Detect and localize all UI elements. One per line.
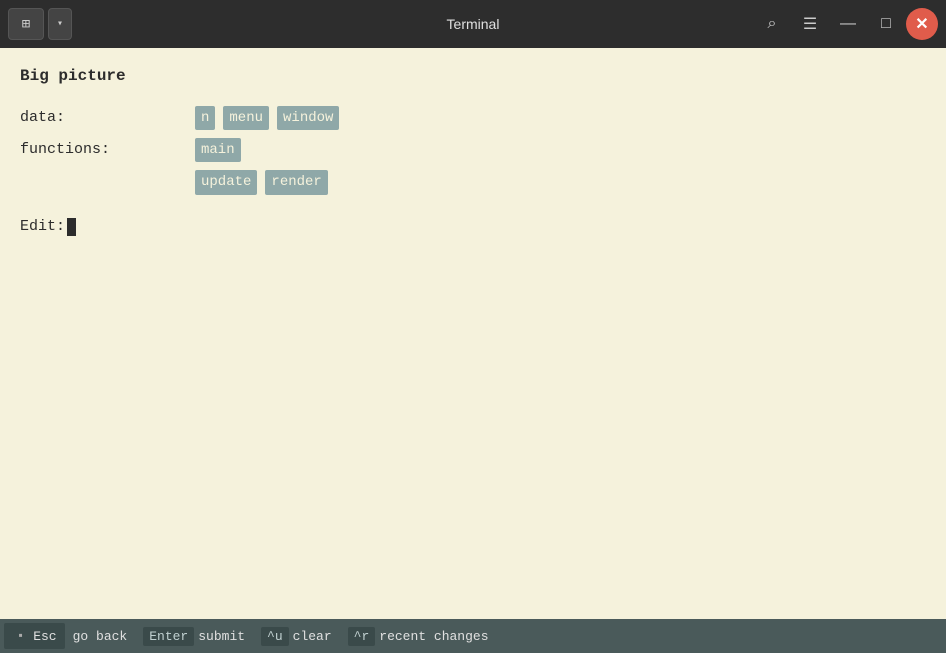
edit-line: Edit: xyxy=(20,215,926,239)
data-label: data: xyxy=(20,106,195,130)
function-main: main xyxy=(195,138,241,162)
data-items: n menu window xyxy=(195,106,339,130)
search-button[interactable]: ⌕ xyxy=(754,8,790,40)
close-icon: ✕ xyxy=(915,14,928,34)
maximize-button[interactable]: □ xyxy=(868,8,904,40)
hamburger-icon: ☰ xyxy=(803,14,817,34)
minimize-icon: — xyxy=(840,15,856,33)
data-row: data: n menu window xyxy=(20,106,926,130)
ctrl-r-key: ^r xyxy=(348,627,376,646)
bottom-bar: ▪ Esc go back Enter submit ^u clear ^r r… xyxy=(0,619,946,653)
functions-row2: update render xyxy=(195,170,328,194)
recent-changes-label: recent changes xyxy=(379,629,488,644)
dropdown-button[interactable]: ▾ xyxy=(48,8,72,40)
window-title: Terminal xyxy=(447,16,500,32)
functions-row: functions: main update render xyxy=(20,138,926,195)
terminal-content: Big picture data: n menu window function… xyxy=(0,48,946,619)
maximize-icon: □ xyxy=(881,15,891,33)
bottom-key-enter[interactable]: Enter submit xyxy=(135,623,253,649)
functions-label: functions: xyxy=(20,138,195,162)
enter-key: Enter xyxy=(143,627,194,646)
functions-row1: main xyxy=(195,138,328,162)
esc-label: Esc xyxy=(33,629,56,644)
go-back-label: go back xyxy=(73,629,128,644)
data-item-window: window xyxy=(277,106,339,130)
edit-label: Edit: xyxy=(20,215,65,239)
bottom-key-clear[interactable]: ^u clear xyxy=(253,623,340,649)
esc-key-label: ▪ xyxy=(12,627,29,645)
bottom-key-esc[interactable]: ▪ Esc xyxy=(4,623,65,649)
functions-items: main update render xyxy=(195,138,328,195)
minimize-button[interactable]: — xyxy=(830,8,866,40)
function-render: render xyxy=(265,170,327,194)
titlebar-left: ⊞ ▾ xyxy=(8,8,72,40)
menu-button[interactable]: ☰ xyxy=(792,8,828,40)
data-item-menu: menu xyxy=(223,106,269,130)
bottom-key-go-back[interactable]: go back xyxy=(65,623,136,649)
cursor xyxy=(67,218,76,236)
ctrl-u-key: ^u xyxy=(261,627,289,646)
clear-label: clear xyxy=(293,629,332,644)
bottom-key-recent[interactable]: ^r recent changes xyxy=(340,623,497,649)
pin-button[interactable]: ⊞ xyxy=(8,8,44,40)
chevron-down-icon: ▾ xyxy=(57,18,63,30)
function-update: update xyxy=(195,170,257,194)
submit-label: submit xyxy=(198,629,245,644)
titlebar: ⊞ ▾ Terminal ⌕ ☰ — □ ✕ xyxy=(0,0,946,48)
close-button[interactable]: ✕ xyxy=(906,8,938,40)
titlebar-right: ⌕ ☰ — □ ✕ xyxy=(754,8,938,40)
search-icon: ⌕ xyxy=(768,15,777,33)
functions-section: functions: main update render xyxy=(20,138,926,195)
big-picture-title: Big picture xyxy=(20,64,926,90)
pin-icon: ⊞ xyxy=(22,16,30,33)
data-item-n: n xyxy=(195,106,215,130)
